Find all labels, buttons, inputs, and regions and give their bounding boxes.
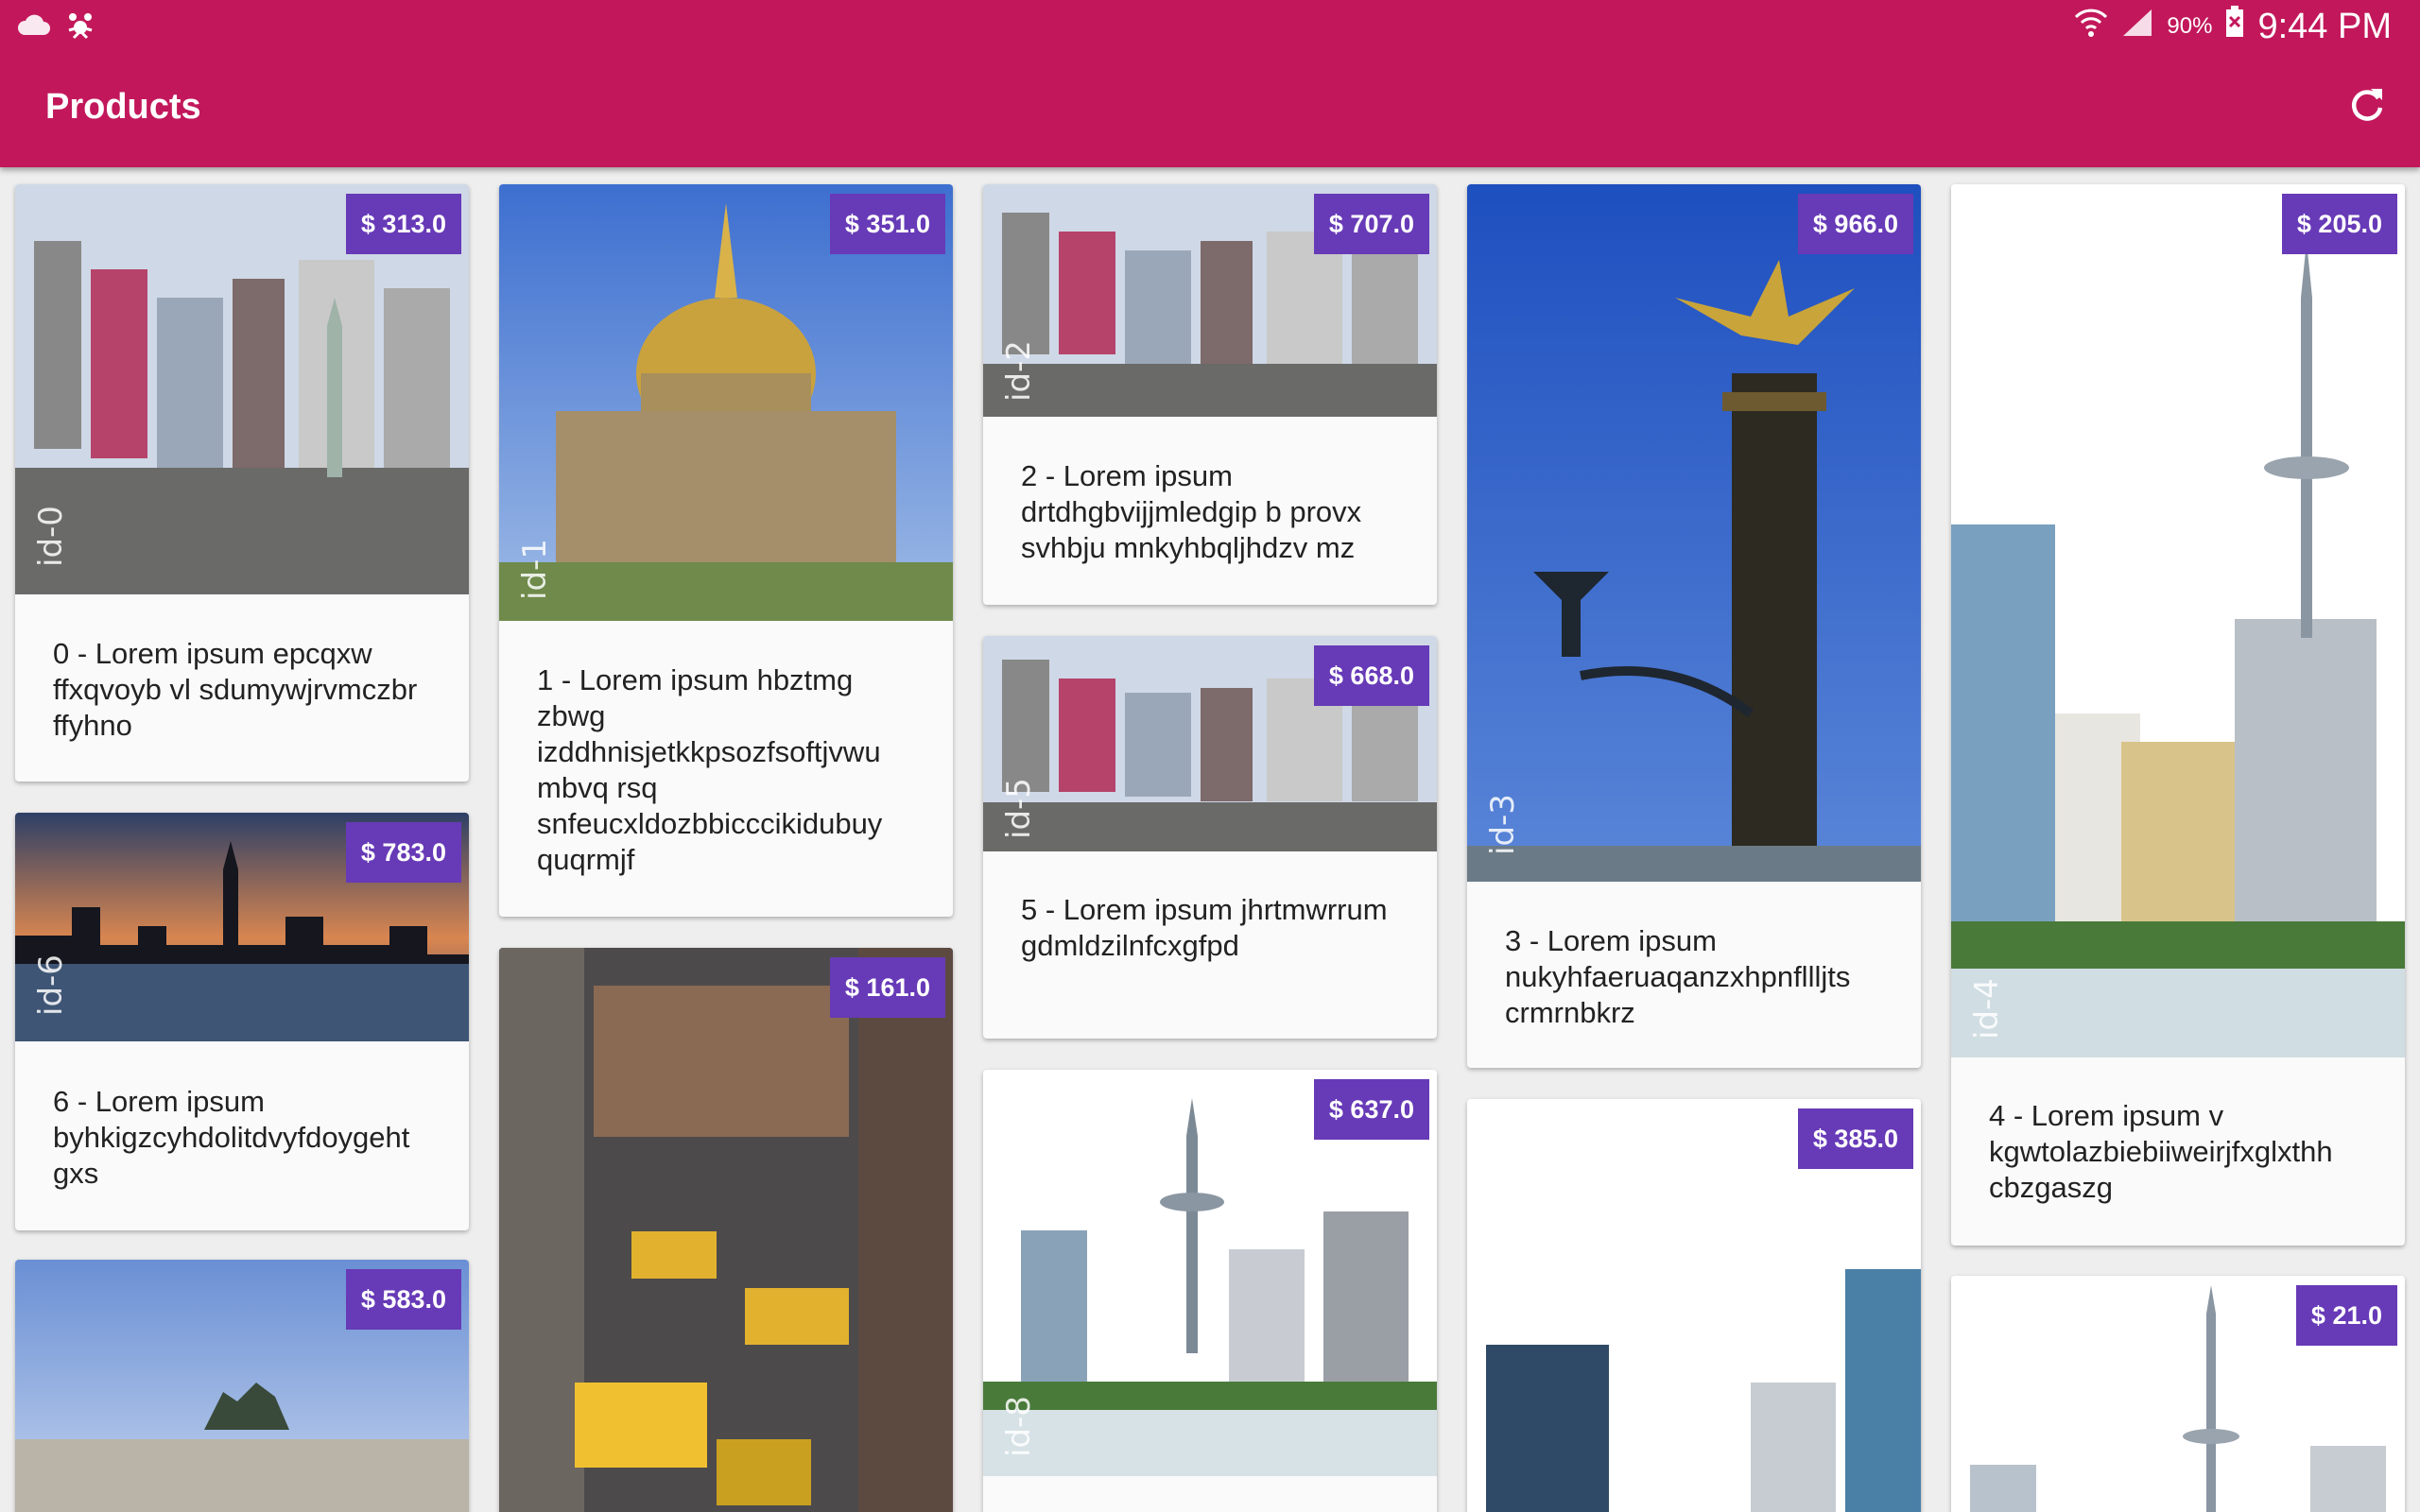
price-badge: $ 783.0 [345,822,461,883]
battery-icon [2225,6,2244,47]
battery-percent: 90% [2167,13,2213,39]
product-id-tag: id-2 [1000,340,1038,402]
price-badge: $ 351.0 [829,194,945,254]
price-badge: $ 707.0 [1313,194,1429,254]
page-title: Products [45,87,201,127]
product-description: 0 - Lorem ipsum epcqxw ffxqvoyb vl sdumy… [53,637,418,742]
product-card[interactable]: $ 21.0 [1951,1276,2405,1512]
price-badge: $ 966.0 [1797,194,1913,254]
wifi-icon [2074,6,2108,47]
product-card[interactable]: id-4 $ 205.0 4 - Lorem ipsum v kgwtolazb… [1951,184,2405,1246]
price-badge: $ 385.0 [1797,1108,1913,1169]
product-card[interactable]: $ 161.0 [499,948,953,1512]
product-card[interactable]: id-6 $ 783.0 6 - Lorem ipsum byhkigzcyhd… [15,813,469,1230]
signal-icon [2121,7,2153,47]
product-description: 1 - Lorem ipsum hbztmg zbwg izddhnisjetk… [537,663,883,876]
price-badge: $ 668.0 [1313,645,1429,706]
app-bar: 90% 9:44 PM Products [0,0,2420,167]
price-badge: $ 161.0 [829,957,945,1018]
price-badge: $ 313.0 [345,194,461,254]
product-id-tag: id-1 [516,539,554,600]
product-image [499,948,953,1512]
product-card[interactable]: $ 385.0 [1467,1099,1921,1512]
product-id-tag: id-3 [1484,794,1522,855]
refresh-icon[interactable] [2346,85,2388,127]
product-description: 2 - Lorem ipsum drtdhgbvijjmledgip b pro… [1021,459,1362,564]
product-card[interactable]: id-5 $ 668.0 5 - Lorem ipsum jhrtmwrrum … [983,636,1437,1039]
product-id-tag: id-4 [1968,978,2006,1040]
product-id-tag: id-5 [1000,778,1038,839]
product-card[interactable]: $ 583.0 [15,1260,469,1512]
product-description: 4 - Lorem ipsum v kgwtolazbiebiiweirjfxg… [1989,1099,2333,1204]
status-bar: 90% 9:44 PM [0,0,2420,51]
product-card[interactable]: id-1 $ 351.0 1 - Lorem ipsum hbztmg zbwg… [499,184,953,917]
bug-icon [64,11,96,44]
price-badge: $ 637.0 [1313,1079,1429,1140]
price-badge: $ 205.0 [2281,194,2397,254]
clock: 9:44 PM [2257,6,2392,46]
product-card[interactable]: id-3 $ 966.0 3 - Lorem ipsum nukyhfaerua… [1467,184,1921,1068]
price-badge: $ 583.0 [345,1269,461,1330]
product-image [1951,184,2405,1057]
product-id-tag: id-0 [32,506,70,567]
price-badge: $ 21.0 [2295,1285,2397,1346]
product-card[interactable]: id-0 $ 313.0 0 - Lorem ipsum epcqxw ffxq… [15,184,469,782]
product-description: 5 - Lorem ipsum jhrtmwrrum gdmldzilnfcxg… [1021,893,1388,962]
product-image [1467,184,1921,882]
product-description: 3 - Lorem ipsum nukyhfaeruaqanzxhpnflllj… [1505,924,1851,1029]
product-description: 6 - Lorem ipsum byhkigzcyhdolitdvyfdoyge… [53,1085,410,1190]
product-id-tag: id-6 [32,954,70,1016]
cloud-icon [17,14,51,42]
product-id-tag: id-8 [1000,1396,1038,1457]
product-card[interactable]: id-2 $ 707.0 2 - Lorem ipsum drtdhgbvijj… [983,184,1437,605]
product-card[interactable]: id-8 $ 637.0 [983,1070,1437,1512]
